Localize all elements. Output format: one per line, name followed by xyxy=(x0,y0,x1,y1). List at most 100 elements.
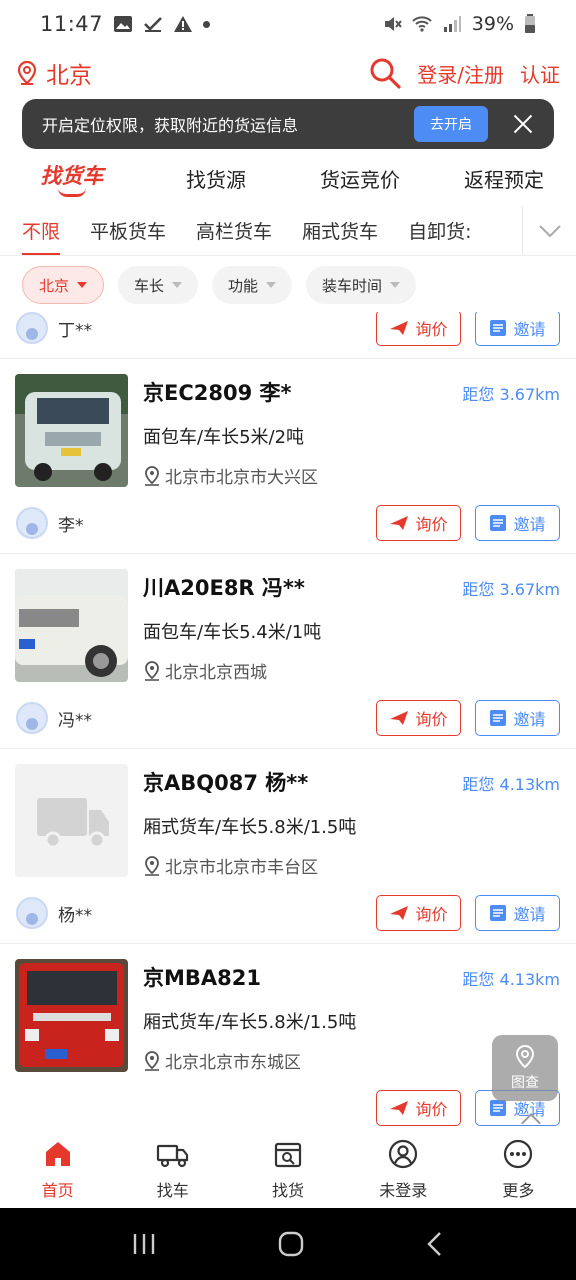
tab-freight-bidding[interactable]: 货运竞价 xyxy=(288,164,432,193)
cargo-search-icon xyxy=(274,1142,302,1168)
tab-find-truck[interactable]: 找货车 xyxy=(0,160,144,197)
ask-price-button[interactable]: 询价 xyxy=(376,1090,461,1126)
ask-price-button[interactable]: 询价 xyxy=(376,312,461,346)
nav-more[interactable]: 更多 xyxy=(461,1132,576,1208)
map-search-button[interactable]: 图查 xyxy=(492,1035,558,1101)
truck-title: 京ABQ087 杨** xyxy=(143,771,309,795)
filter-loading-time[interactable]: 装车时间 xyxy=(306,266,417,304)
close-icon[interactable] xyxy=(512,113,534,135)
list-item[interactable]: 京EC2809 李* 距您 3.67km 面包车/车长5米/2吨 北京市北京市大… xyxy=(0,359,576,554)
owner-name: 冯** xyxy=(58,710,92,731)
invite-button[interactable]: 邀请 xyxy=(475,700,560,736)
send-icon xyxy=(390,711,409,725)
truck-spec: 面包车/车长5米/2吨 xyxy=(143,427,305,448)
banner-text: 开启定位权限，获取附近的货运信息 xyxy=(42,116,299,135)
verify-link[interactable]: 认证 xyxy=(520,59,560,88)
truck-title: 京EC2809 李* xyxy=(143,381,292,405)
notification-dot-icon xyxy=(203,20,211,28)
avatar xyxy=(16,702,48,734)
chevron-down-icon xyxy=(538,225,561,238)
truck-title: 川A20E8R 冯** xyxy=(143,576,305,600)
filter-function[interactable]: 功能 xyxy=(212,266,293,304)
back-icon[interactable] xyxy=(425,1231,445,1257)
system-nav-bar xyxy=(0,1208,576,1280)
list-icon xyxy=(490,710,507,726)
distance: 距您 3.67km xyxy=(462,580,560,599)
search-icon[interactable] xyxy=(369,57,401,89)
owner-name: 李* xyxy=(58,515,84,536)
avatar xyxy=(16,507,48,539)
truck-photo xyxy=(15,959,128,1072)
list-icon xyxy=(490,1100,507,1116)
truck-title: 京MBA821 xyxy=(143,966,261,990)
truck-list[interactable]: 丁** 询价 邀请 京EC2809 李* 距您 3.67km 面包车/车长5米/… xyxy=(0,312,576,1132)
filter-city[interactable]: 北京 xyxy=(22,266,105,304)
list-icon xyxy=(490,515,507,531)
wifi-icon xyxy=(412,16,432,32)
gallery-icon xyxy=(114,16,133,32)
expand-types-button[interactable] xyxy=(522,206,576,255)
tab-return-booking[interactable]: 返程预定 xyxy=(432,164,576,193)
user-icon xyxy=(389,1139,418,1169)
avatar xyxy=(16,897,48,929)
send-icon xyxy=(390,906,409,920)
login-register-link[interactable]: 登录/注册 xyxy=(417,59,504,88)
owner-name: 杨** xyxy=(58,905,92,926)
truck-spec: 厢式货车/车长5.8米/1.5吨 xyxy=(143,817,357,838)
dropdown-triangle-icon xyxy=(390,282,401,288)
location-pin-icon xyxy=(145,465,159,486)
warning-icon xyxy=(174,16,193,32)
list-item[interactable]: 京ABQ087 杨** 距您 4.13km 厢式货车/车长5.8米/1.5吨 北… xyxy=(0,749,576,944)
enable-location-button[interactable]: 去开启 xyxy=(414,106,488,142)
invite-button[interactable]: 邀请 xyxy=(475,312,560,346)
invite-button[interactable]: 邀请 xyxy=(475,895,560,931)
invite-button[interactable]: 邀请 xyxy=(475,505,560,541)
distance: 距您 4.13km xyxy=(462,775,560,794)
list-item[interactable]: 丁** 询价 邀请 xyxy=(0,312,576,359)
owner-row: 冯** xyxy=(16,702,92,734)
nav-find-truck[interactable]: 找车 xyxy=(115,1132,230,1208)
type-tab-all[interactable]: 不限 xyxy=(22,217,61,255)
tab-find-cargo[interactable]: 找货源 xyxy=(144,164,288,193)
ask-price-button[interactable]: 询价 xyxy=(376,505,461,541)
list-icon xyxy=(490,905,507,921)
send-icon xyxy=(390,516,409,530)
owner-name: 丁** xyxy=(58,320,92,341)
send-icon xyxy=(390,321,409,335)
location-permission-banner: 开启定位权限，获取附近的货运信息 去开启 xyxy=(22,99,554,149)
address: 北京市北京市丰台区 xyxy=(143,853,318,878)
nav-home[interactable]: 首页 xyxy=(0,1132,115,1208)
type-tab-high-rail[interactable]: 高栏货车 xyxy=(196,217,272,244)
owner-row: 李* xyxy=(16,507,84,539)
nav-account[interactable]: 未登录 xyxy=(346,1132,461,1208)
recent-apps-icon[interactable] xyxy=(131,1232,157,1256)
city-selector[interactable]: 北京 xyxy=(16,56,92,90)
truck-icon xyxy=(37,798,109,849)
location-pin-icon xyxy=(515,1044,535,1069)
more-icon xyxy=(504,1139,533,1169)
truck-photo xyxy=(15,569,128,682)
list-item[interactable]: 京MBA821 距您 4.13km 厢式货车/车长5.8米/1.5吨 北京北京市… xyxy=(0,944,576,1132)
type-tab-dump[interactable]: 自卸货: xyxy=(408,217,471,244)
ask-price-button[interactable]: 询价 xyxy=(376,895,461,931)
owner-row: 丁** xyxy=(16,312,92,344)
truck-spec: 厢式货车/车长5.8米/1.5吨 xyxy=(143,1012,357,1033)
ask-price-button[interactable]: 询价 xyxy=(376,700,461,736)
list-item[interactable]: 川A20E8R 冯** 距您 3.67km 面包车/车长5.4米/1吨 北京北京… xyxy=(0,554,576,749)
address: 北京市北京市大兴区 xyxy=(143,463,318,488)
top-bar: 北京 登录/注册 认证 xyxy=(0,50,576,96)
battery-text: 39% xyxy=(471,13,514,35)
task-check-icon xyxy=(144,17,162,32)
filter-length[interactable]: 车长 xyxy=(118,266,199,304)
list-icon xyxy=(490,320,507,336)
address: 北京北京西城 xyxy=(143,658,267,683)
battery-icon xyxy=(525,14,535,33)
nav-find-cargo[interactable]: 找货 xyxy=(230,1132,345,1208)
truck-spec: 面包车/车长5.4米/1吨 xyxy=(143,622,322,643)
type-tab-flatbed[interactable]: 平板货车 xyxy=(90,217,166,244)
home-button-icon[interactable] xyxy=(278,1231,304,1257)
status-bar: 11:47 39% xyxy=(0,0,576,48)
avatar xyxy=(16,312,48,344)
type-tab-box[interactable]: 厢式货车 xyxy=(302,217,378,244)
bottom-nav: 首页 找车 找货 未登录 更多 xyxy=(0,1132,576,1208)
